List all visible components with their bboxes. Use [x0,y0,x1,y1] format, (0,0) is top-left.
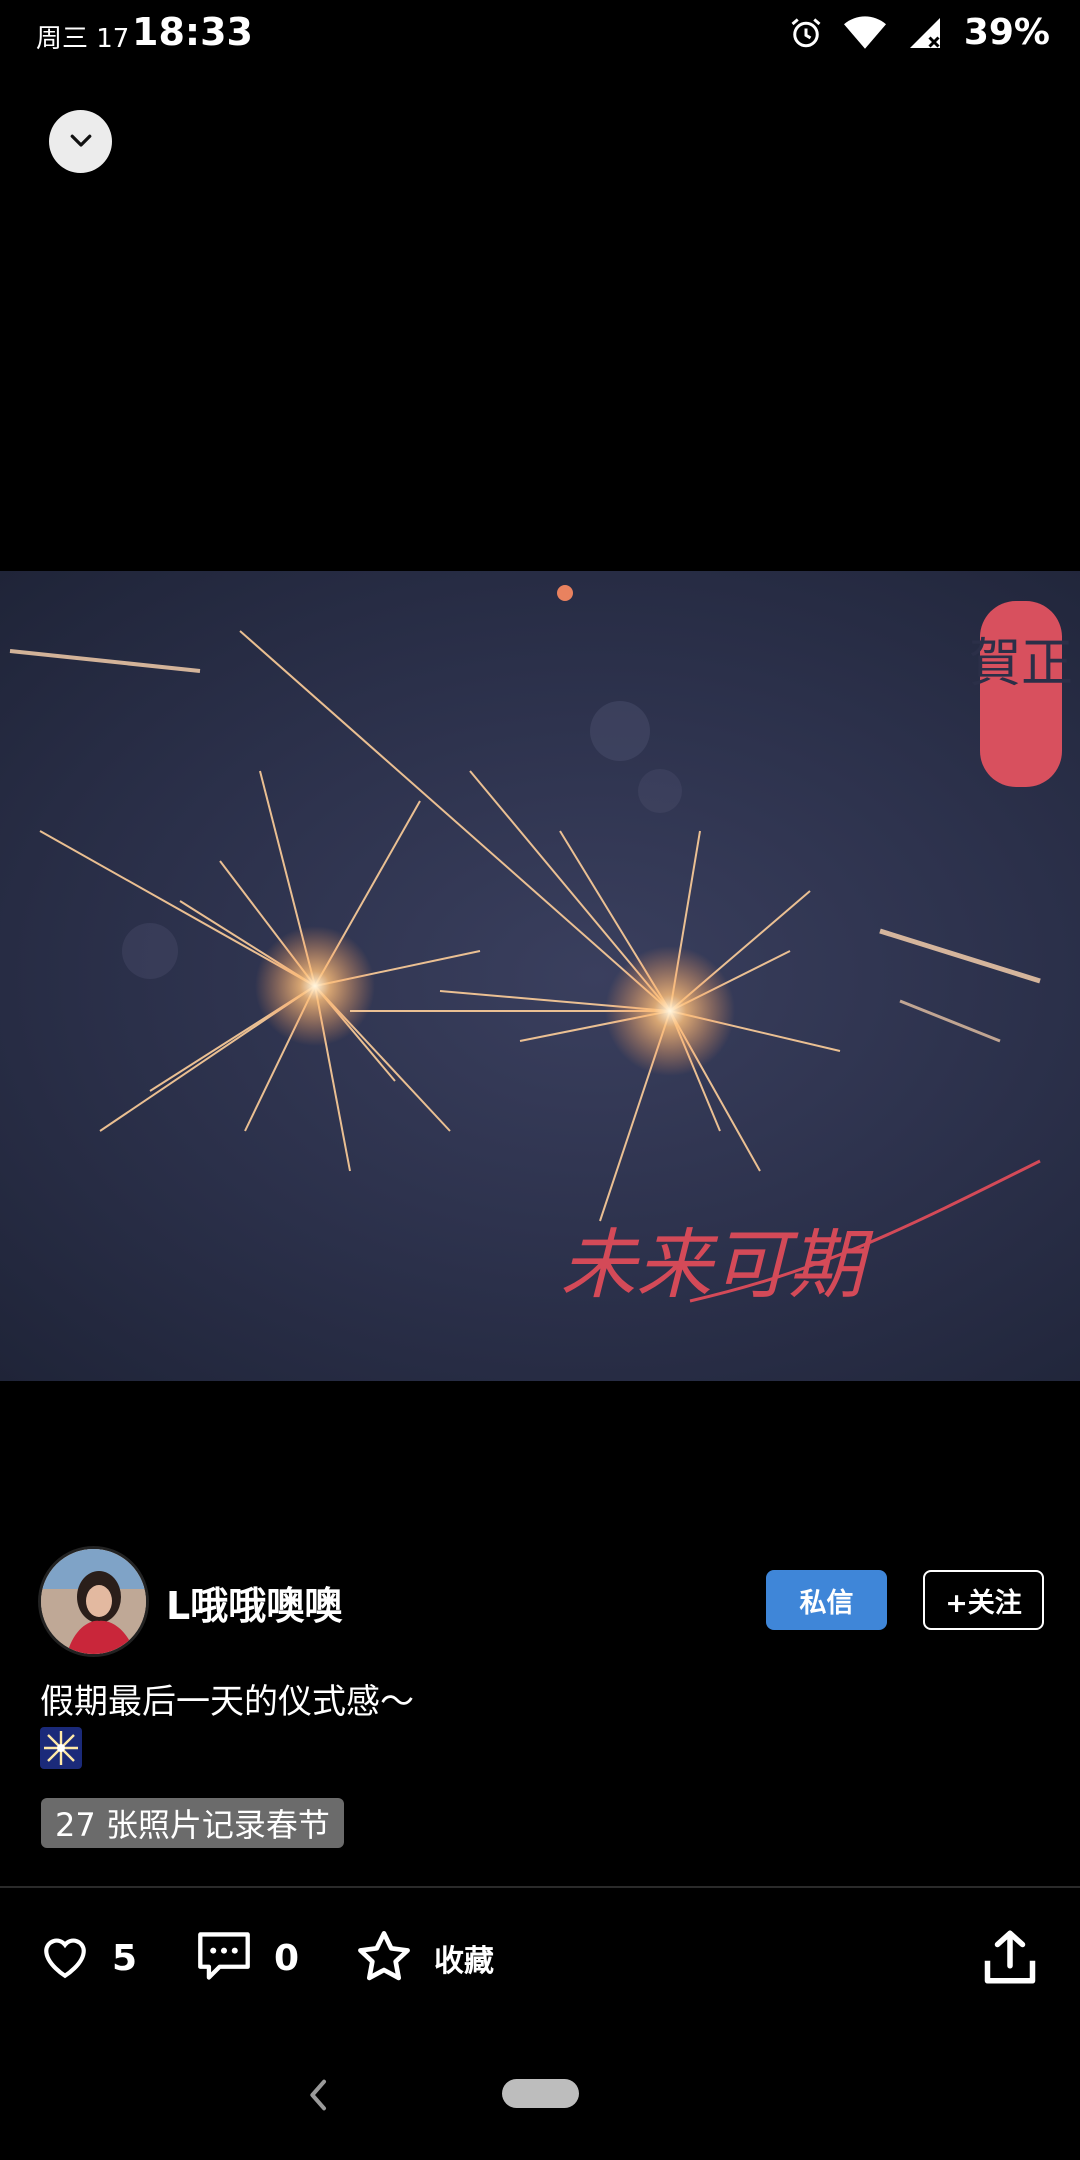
sparkler-emoji-icon [40,1727,82,1769]
photo-post-page: 周三 17 18:33 39% 賀正 未来可期 L哦哦噢噢 私信 +关注 假期最… [0,0,1080,2160]
follow-button[interactable]: +关注 [923,1570,1044,1630]
like-button[interactable]: 5 [40,1930,137,1986]
share-icon [980,1930,1040,1990]
chevron-down-icon [66,125,96,159]
status-icons: 39% [788,12,1050,53]
alarm-icon [788,15,824,51]
like-count: 5 [112,1937,138,1979]
signal-icon [906,15,944,51]
star-icon [356,1929,412,1987]
battery-level: 39% [963,12,1050,53]
favorite-label: 收藏 [434,1944,494,1979]
seal-text: 賀正 [969,634,1073,694]
status-date: 周三 17 [36,24,130,54]
comment-icon [196,1930,252,1986]
post-caption: 假期最后一天的仪式感～ [40,1682,414,1722]
avatar[interactable] [38,1546,149,1657]
album-tag[interactable]: 27 张照片记录春节 [41,1798,344,1848]
sparkler-photo: 賀正 未来可期 [9,585,1073,1309]
collapse-button[interactable] [49,110,112,173]
comment-count: 0 [274,1937,300,1979]
status-bar: 周三 17 18:33 39% [0,0,1080,66]
chevron-left-icon [304,2079,334,2119]
share-button[interactable] [980,1928,1040,1990]
nav-back-button[interactable] [304,2075,334,2119]
divider [0,1886,1080,1888]
author-name[interactable]: L哦哦噢噢 [166,1575,342,1630]
status-time: 18:33 [132,10,253,54]
comment-button[interactable]: 0 [196,1930,299,1986]
post-photo[interactable]: 賀正 未来可期 [0,571,1080,1381]
favorite-button[interactable]: 收藏 [356,1930,494,1986]
nav-home-pill[interactable] [502,2079,579,2108]
direct-message-button[interactable]: 私信 [766,1570,887,1630]
wifi-icon [843,15,886,51]
heart-icon [40,1933,90,1983]
